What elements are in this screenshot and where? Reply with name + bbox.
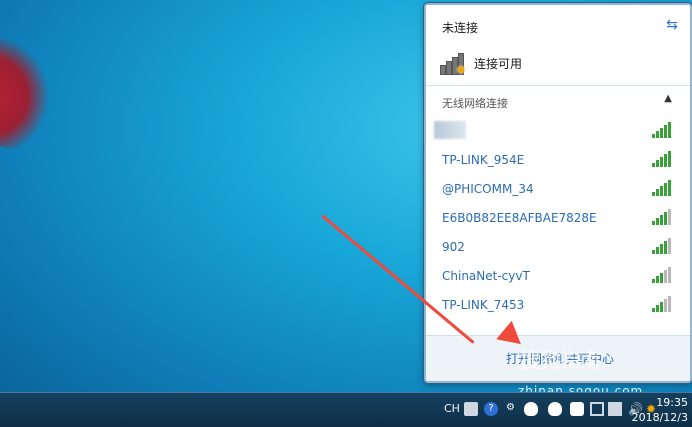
taskbar: CH ? ⚙ 🔊 ✹ 19:35 2018/12/3	[0, 392, 692, 427]
settings-icon[interactable]: ⚙	[506, 402, 520, 416]
network-item[interactable]: TP-LINK_7453	[426, 291, 690, 320]
app-icon[interactable]	[570, 402, 584, 416]
chevron-up-icon[interactable]: ▲	[664, 93, 672, 104]
network-name: TP-LINK_954E	[442, 153, 525, 167]
keyboard-icon[interactable]	[464, 402, 478, 416]
wifi-signal-icon	[652, 151, 674, 167]
network-name: @PHICOMM_34	[442, 182, 534, 196]
language-indicator[interactable]: CH	[444, 402, 460, 415]
system-tray: CH ? ⚙ 🔊 ✹ 19:35 2018/12/3	[372, 393, 692, 427]
network-flyout: 未连接 ⇆ ✹ 连接可用 无线网络连接 ▲ TP-LINK_954E @PHICO…	[424, 3, 692, 383]
wifi-signal-icon	[652, 296, 674, 312]
network-name: TP-LINK_7453	[442, 298, 525, 312]
network-item[interactable]: E6B0B82EE8AFBAE7828E	[426, 204, 690, 233]
network-name: ChinaNet-cyvT	[442, 269, 530, 283]
clock-time: 19:35	[656, 396, 688, 409]
wifi-signal-icon	[652, 180, 674, 196]
network-name: 902	[442, 240, 465, 254]
clock[interactable]: 19:35 2018/12/3	[632, 395, 688, 425]
clock-date: 2018/12/3	[631, 411, 688, 424]
wireless-section-title: 无线网络连接	[442, 97, 508, 110]
qq-icon[interactable]	[524, 402, 538, 416]
wireless-section-header[interactable]: 无线网络连接 ▲	[426, 91, 690, 111]
watermark-brand: 搜狗指南	[520, 348, 600, 372]
refresh-icon[interactable]: ⇆	[664, 17, 680, 33]
hidden-network-name	[434, 121, 466, 139]
battery-icon[interactable]	[590, 402, 604, 416]
wallpaper-flower	[0, 18, 68, 162]
flyout-header: 未连接 ⇆ ✹ 连接可用	[426, 5, 690, 86]
network-list: TP-LINK_954E @PHICOMM_34 E6B0B82EE8AFBAE78…	[426, 117, 690, 320]
network-item[interactable]: TP-LINK_954E	[426, 146, 690, 175]
star-icon: ✹	[456, 63, 467, 77]
connections-available: ✹ 连接可用	[440, 49, 522, 77]
network-item[interactable]	[426, 117, 690, 146]
connections-available-text: 连接可用	[474, 56, 523, 71]
signal-strength-icon: ✹	[440, 51, 468, 77]
connection-status-title: 未连接	[442, 21, 479, 35]
monitor-icon[interactable]	[608, 402, 622, 416]
wifi-signal-icon	[652, 209, 674, 225]
network-item[interactable]: 902	[426, 233, 690, 262]
network-item[interactable]: ChinaNet-cyvT	[426, 262, 690, 291]
network-item[interactable]: @PHICOMM_34	[426, 175, 690, 204]
wifi-signal-icon	[652, 267, 674, 283]
qq-icon-2[interactable]	[548, 402, 562, 416]
wifi-signal-icon	[652, 238, 674, 254]
help-icon[interactable]: ?	[484, 402, 498, 416]
wifi-signal-icon	[652, 122, 674, 138]
network-name: E6B0B82EE8AFBAE7828E	[442, 211, 597, 225]
